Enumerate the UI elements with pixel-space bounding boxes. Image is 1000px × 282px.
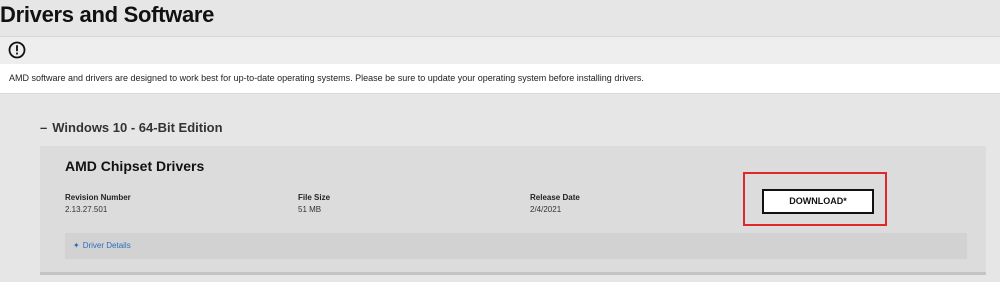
notice-panel: AMD software and drivers are designed to…	[0, 64, 1000, 94]
driver-title: AMD Chipset Drivers	[65, 158, 205, 174]
driver-details-link[interactable]: ✦ Driver Details	[73, 241, 131, 250]
os-section-title: Windows 10 - 64-Bit Edition	[52, 120, 223, 135]
collapse-icon: –	[40, 120, 48, 135]
revision-value: 2.13.27.501	[65, 205, 108, 214]
driver-card: AMD Chipset Drivers Revision Number 2.13…	[40, 146, 986, 275]
driver-details-label: Driver Details	[82, 241, 131, 250]
page-title: Drivers and Software	[0, 2, 215, 27]
release-date-value: 2/4/2021	[530, 205, 562, 214]
release-date-label: Release Date	[530, 193, 580, 202]
os-section-toggle[interactable]: – Windows 10 - 64-Bit Edition	[40, 120, 223, 135]
revision-field: Revision Number 2.13.27.501	[65, 193, 131, 214]
page: Drivers and Software AMD software and dr…	[0, 0, 1000, 282]
download-button[interactable]: DOWNLOAD*	[762, 189, 874, 214]
release-date-field: Release Date 2/4/2021	[530, 193, 580, 214]
notice-text: AMD software and drivers are designed to…	[9, 73, 644, 83]
expand-icon: ✦	[73, 241, 80, 250]
file-size-label: File Size	[298, 193, 331, 202]
alert-circle-icon	[8, 41, 26, 59]
revision-label: Revision Number	[65, 193, 131, 202]
file-size-value: 51 MB	[298, 205, 322, 214]
notice-header	[0, 36, 1000, 65]
driver-details-row: ✦ Driver Details	[65, 233, 967, 259]
file-size-field: File Size 51 MB	[298, 193, 330, 214]
